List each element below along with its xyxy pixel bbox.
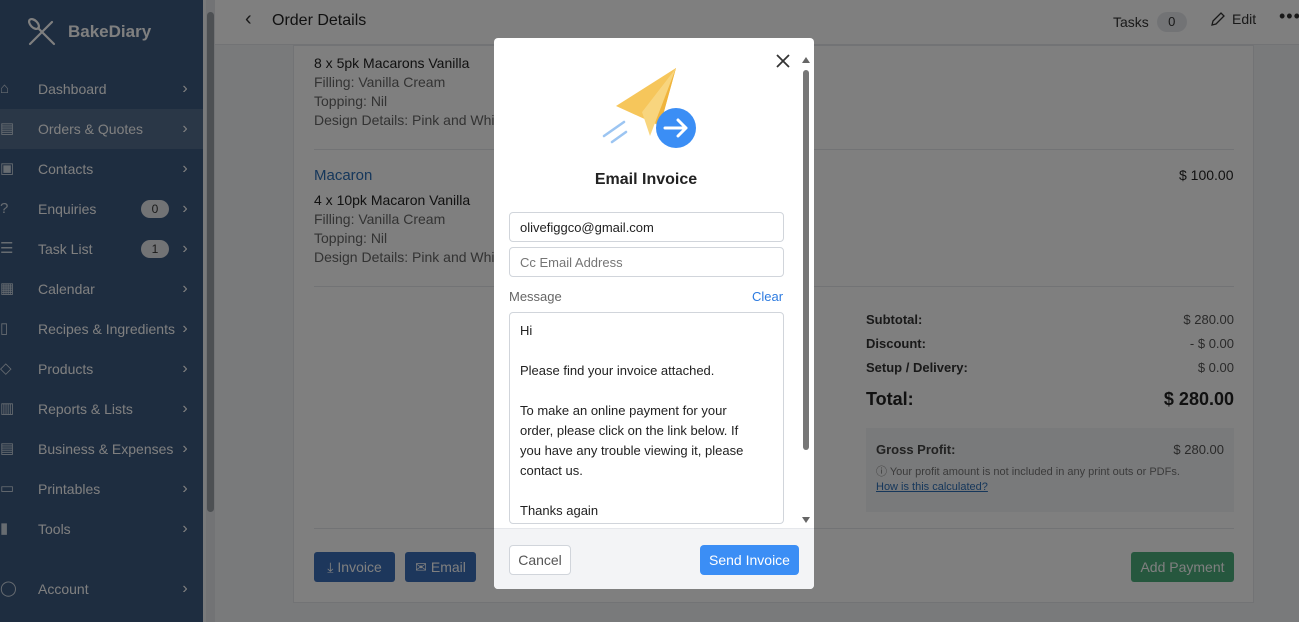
message-line: Hi xyxy=(520,323,533,338)
clear-message-link[interactable]: Clear xyxy=(752,289,783,304)
message-label: Message xyxy=(509,289,562,304)
email-invoice-modal: Email Invoice Message Clear Hi Please fi… xyxy=(494,38,814,589)
send-invoice-button[interactable]: Send Invoice xyxy=(700,545,799,575)
message-line: To make an online payment for your xyxy=(520,403,727,418)
message-line: you have any trouble viewing it, please xyxy=(520,443,744,458)
scroll-down-arrow-icon[interactable] xyxy=(802,516,810,524)
paper-plane-icon xyxy=(602,68,696,148)
to-email-field[interactable] xyxy=(509,212,784,242)
scroll-up-arrow-icon[interactable] xyxy=(802,56,810,64)
modal-footer: Cancel Send Invoice xyxy=(494,528,814,589)
modal-title: Email Invoice xyxy=(594,171,698,188)
message-textarea[interactable]: Hi Please find your invoice attached. To… xyxy=(509,312,784,524)
cancel-button[interactable]: Cancel xyxy=(509,545,571,575)
message-line xyxy=(520,381,773,401)
message-line: contact us. xyxy=(520,463,583,478)
cc-email-field[interactable] xyxy=(509,247,784,277)
message-line xyxy=(520,341,773,361)
message-line: order, please click on the link below. I… xyxy=(520,423,739,438)
message-line: Thanks again xyxy=(520,503,599,518)
modal-scrollbar-thumb[interactable] xyxy=(803,70,809,450)
close-icon[interactable] xyxy=(774,52,792,70)
message-line: Please find your invoice attached. xyxy=(520,363,715,378)
modal-scrollbar[interactable] xyxy=(802,56,810,528)
message-line xyxy=(520,481,773,501)
